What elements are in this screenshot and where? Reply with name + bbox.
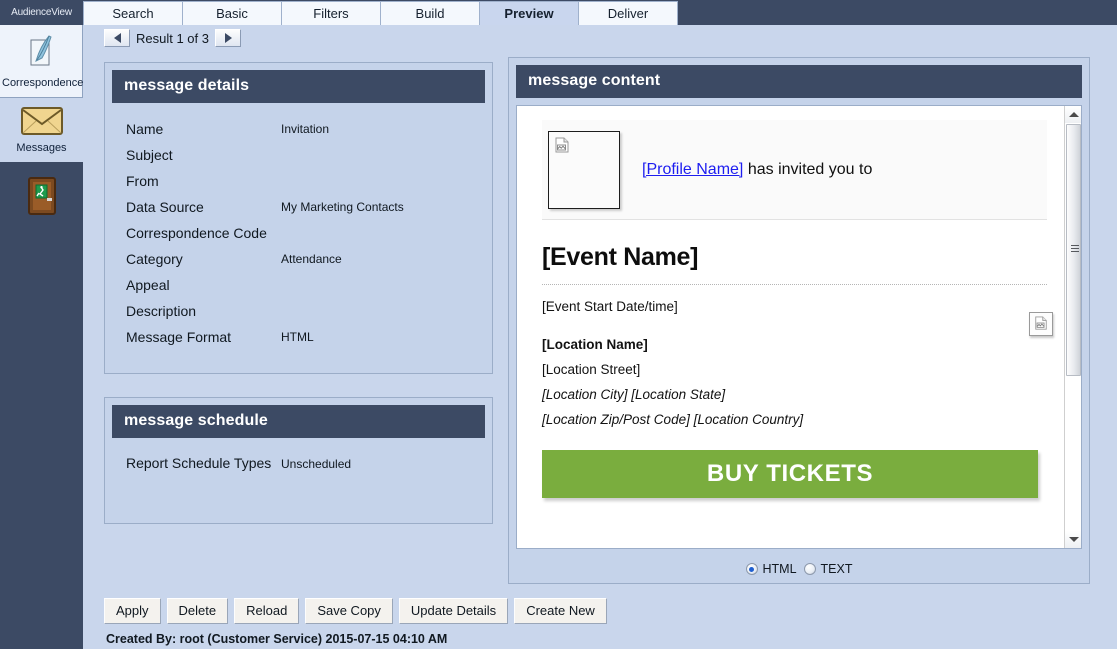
action-button-row: Apply Delete Reload Save Copy Update Det…	[104, 598, 607, 624]
sidebar-item-correspondence[interactable]: Correspondence	[0, 25, 83, 98]
sidebar-item-exit[interactable]	[0, 162, 83, 230]
field-label: Appeal	[126, 277, 170, 293]
message-details-fields: Name Invitation Subject From Data Source M…	[112, 103, 485, 357]
application-window: AudienceView Search Basic Filters Build …	[0, 0, 1117, 649]
sidebar-item-label: Correspondence	[2, 77, 84, 89]
reload-button[interactable]: Reload	[234, 598, 300, 624]
format-option-label: TEXT	[820, 562, 853, 576]
field-row: Description	[126, 299, 485, 323]
message-schedule-title: message schedule	[112, 405, 485, 438]
field-row: Appeal	[126, 273, 485, 297]
sidebar-item-label: Messages	[16, 142, 67, 154]
save-copy-button[interactable]: Save Copy	[305, 598, 393, 624]
tab-deliver[interactable]: Deliver	[578, 1, 678, 25]
event-start-datetime: [Event Start Date/time]	[542, 299, 678, 314]
format-option-label: HTML	[762, 562, 797, 576]
previous-arrow-icon	[113, 33, 121, 43]
message-content-panel: message content [Profile Name] has invit…	[508, 57, 1090, 584]
field-label: Data Source	[126, 199, 204, 215]
profile-name-link[interactable]: [Profile Name]	[642, 161, 743, 178]
field-row: Message Format HTML	[126, 325, 485, 349]
radio-html[interactable]	[745, 563, 758, 575]
message-content-title: message content	[516, 65, 1082, 98]
field-label: Name	[126, 121, 164, 137]
location-name: [Location Name]	[542, 337, 648, 352]
field-label: Message Format	[126, 329, 232, 345]
location-city-state: [Location City] [Location State]	[542, 387, 726, 402]
message-preview-frame: [Profile Name] has invited you to [Event…	[516, 105, 1082, 549]
field-row: Name Invitation	[126, 117, 485, 141]
broken-image-icon	[1034, 315, 1048, 333]
tab-basic[interactable]: Basic	[182, 1, 282, 25]
content-vertical-scrollbar[interactable]	[1064, 106, 1081, 548]
field-label: Subject	[126, 147, 173, 163]
app-brand-logo: AudienceView	[0, 0, 83, 25]
field-row: Category Attendance	[126, 247, 485, 271]
quill-icon	[23, 31, 59, 74]
scrollbar-thumb[interactable]	[1066, 124, 1081, 376]
chevron-down-icon	[1068, 537, 1079, 542]
apply-button[interactable]: Apply	[104, 598, 161, 624]
left-sidebar: Correspondence Messages	[0, 25, 83, 649]
field-row: From	[126, 169, 485, 193]
created-by-label: Created By: root (Customer Service) 2015…	[106, 632, 448, 646]
email-header-row: [Profile Name] has invited you to	[542, 120, 1047, 220]
field-label: Correspondence Code	[126, 225, 267, 241]
email-preview-body: [Profile Name] has invited you to [Event…	[517, 106, 1065, 548]
message-details-title: message details	[112, 70, 485, 103]
message-schedule-fields: Report Schedule Types Unscheduled	[112, 438, 485, 484]
field-label: Category	[126, 251, 183, 267]
result-counter-label: Result 1 of 3	[136, 30, 209, 46]
divider	[542, 284, 1047, 285]
buy-tickets-button[interactable]: BUY TICKETS	[542, 450, 1038, 498]
field-label: Description	[126, 303, 197, 319]
field-value: Attendance	[281, 252, 342, 266]
create-new-button[interactable]: Create New	[514, 598, 607, 624]
top-tab-bar: AudienceView Search Basic Filters Build …	[0, 0, 1117, 25]
field-label: Report Schedule Types	[126, 455, 272, 471]
next-arrow-icon	[224, 33, 232, 43]
field-row: Report Schedule Types Unscheduled	[126, 452, 485, 476]
invitation-line: [Profile Name] has invited you to	[642, 161, 872, 179]
message-format-radio-group: HTML TEXT	[509, 562, 1089, 576]
radio-text[interactable]	[803, 563, 816, 575]
message-details-panel: message details Name Invitation Subject F…	[104, 62, 493, 374]
broken-image-icon	[554, 137, 570, 156]
tab-preview[interactable]: Preview	[479, 1, 579, 25]
location-block: [Location Name] [Location Street] [Locat…	[542, 332, 1047, 432]
scroll-up-button[interactable]	[1065, 106, 1081, 123]
tab-build[interactable]: Build	[380, 1, 480, 25]
broken-image-placeholder-large	[548, 130, 620, 209]
tab-search[interactable]: Search	[83, 1, 183, 25]
exit-door-icon	[25, 176, 59, 219]
next-result-button[interactable]	[215, 29, 241, 47]
chevron-up-icon	[1068, 112, 1079, 117]
scroll-down-button[interactable]	[1065, 531, 1081, 548]
invitation-text: has invited you to	[743, 160, 873, 178]
result-navigation: Result 1 of 3	[104, 29, 241, 47]
field-label: From	[126, 173, 159, 189]
field-value: Invitation	[281, 122, 330, 136]
message-schedule-panel: message schedule Report Schedule Types U…	[104, 397, 493, 524]
delete-button[interactable]: Delete	[166, 598, 229, 624]
envelope-icon	[20, 104, 64, 139]
format-option-html[interactable]: HTML	[745, 562, 797, 576]
field-value: My Marketing Contacts	[281, 200, 404, 214]
field-row: Correspondence Code	[126, 221, 485, 245]
field-row: Subject	[126, 143, 485, 167]
sidebar-item-messages[interactable]: Messages	[0, 98, 83, 162]
format-option-text[interactable]: TEXT	[803, 562, 853, 576]
field-value: HTML	[281, 330, 314, 344]
field-row: Data Source My Marketing Contacts	[126, 195, 485, 219]
location-zip-country: [Location Zip/Post Code] [Location Count…	[542, 412, 804, 427]
location-street: [Location Street]	[542, 362, 641, 377]
broken-image-placeholder-small	[1029, 312, 1053, 336]
tab-filters[interactable]: Filters	[281, 1, 381, 25]
update-details-button[interactable]: Update Details	[398, 598, 509, 624]
previous-result-button[interactable]	[104, 29, 130, 47]
event-name-heading: [Event Name]	[542, 243, 699, 271]
grip-icon	[1071, 245, 1079, 253]
field-value: Unscheduled	[281, 457, 352, 471]
